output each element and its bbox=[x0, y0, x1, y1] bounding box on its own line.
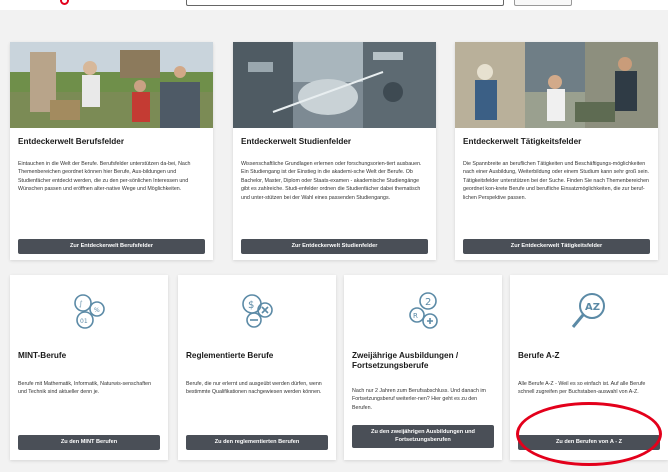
svg-text:%: % bbox=[94, 307, 100, 314]
top-bar bbox=[0, 0, 668, 10]
svg-text:$: $ bbox=[248, 300, 254, 311]
az-search-icon: AZ bbox=[567, 289, 611, 333]
card-zweijaehrig: 2 R Zweijährige Ausbildungen / Fortsetzu… bbox=[344, 275, 502, 460]
card-description: Die Spannbreite an beruflichen Tätigkeit… bbox=[463, 161, 649, 201]
card-description: Berufe mit Mathematik, Informatik, Natur… bbox=[18, 381, 152, 396]
card-description: Wissenschaftliche Grundlagen erlernen od… bbox=[241, 161, 422, 201]
card-berufsfelder: Entdeckerwelt Berufsfelder Eintauchen in… bbox=[10, 42, 213, 260]
card-title: Zweijährige Ausbildungen / Fortsetzungsb… bbox=[352, 351, 459, 370]
studienfelder-image bbox=[233, 42, 436, 128]
berufsfelder-button[interactable]: Zur Entdeckerwelt Berufsfelder bbox=[18, 239, 205, 254]
card-title: Berufe A-Z bbox=[518, 351, 560, 360]
mint-button[interactable]: Zu den MINT Berufen bbox=[18, 435, 160, 450]
card-title: MINT-Berufe bbox=[18, 351, 67, 360]
card-description: Berufe, die nur erlernt und ausgeübt wer… bbox=[186, 381, 322, 396]
zweijaehrig-button[interactable]: Zu den zweijährigen Ausbildungen und For… bbox=[352, 425, 494, 448]
search-input[interactable] bbox=[186, 0, 504, 6]
svg-text:AZ: AZ bbox=[585, 302, 600, 313]
svg-text:∫: ∫ bbox=[79, 300, 83, 308]
taetigkeitsfelder-image bbox=[455, 42, 658, 128]
card-berufe-az: AZ Berufe A-Z Alle Berufe A-Z - Weil es … bbox=[510, 275, 668, 460]
card-studienfelder: Entdeckerwelt Studienfelder Wissenschaft… bbox=[233, 42, 436, 260]
svg-text:R: R bbox=[413, 312, 418, 320]
two-year-icon: 2 R bbox=[401, 289, 445, 333]
card-description: Alle Berufe A-Z - Weil es so einfach ist… bbox=[518, 381, 646, 396]
card-title: Entdeckerwelt Tätigkeitsfelder bbox=[463, 137, 582, 146]
studienfelder-button[interactable]: Zur Entdeckerwelt Studienfelder bbox=[241, 239, 428, 254]
card-mint: ∫ % 01 MINT-Berufe Berufe mit Mathematik… bbox=[10, 275, 168, 460]
berufsfelder-image bbox=[10, 42, 213, 128]
reglementiert-button[interactable]: Zu den reglementierten Berufen bbox=[186, 435, 328, 450]
card-reglementiert: $ Reglementierte Berufe Berufe, die nur … bbox=[178, 275, 336, 460]
logo-icon[interactable] bbox=[60, 0, 69, 5]
svg-text:2: 2 bbox=[425, 297, 431, 308]
card-description: Eintauchen in die Welt der Berufe. Beruf… bbox=[18, 161, 191, 193]
card-taetigkeitsfelder: Entdeckerwelt Tätigkeitsfelder Die Spann… bbox=[455, 42, 658, 260]
berufe-az-button[interactable]: Zu den Berufen von A - Z bbox=[518, 435, 660, 450]
card-description: Nach nur 2 Jahren zum Berufsabschluss. U… bbox=[352, 388, 486, 411]
card-title: Reglementierte Berufe bbox=[186, 351, 274, 360]
card-title: Entdeckerwelt Berufsfelder bbox=[18, 137, 125, 146]
regulated-icon: $ bbox=[235, 289, 279, 333]
card-title: Entdeckerwelt Studienfelder bbox=[241, 137, 352, 146]
search-button[interactable] bbox=[514, 0, 572, 6]
svg-text:01: 01 bbox=[80, 318, 88, 325]
taetigkeitsfelder-button[interactable]: Zur Entdeckerwelt Tätigkeitsfelder bbox=[463, 239, 650, 254]
mint-icon: ∫ % 01 bbox=[67, 289, 111, 333]
